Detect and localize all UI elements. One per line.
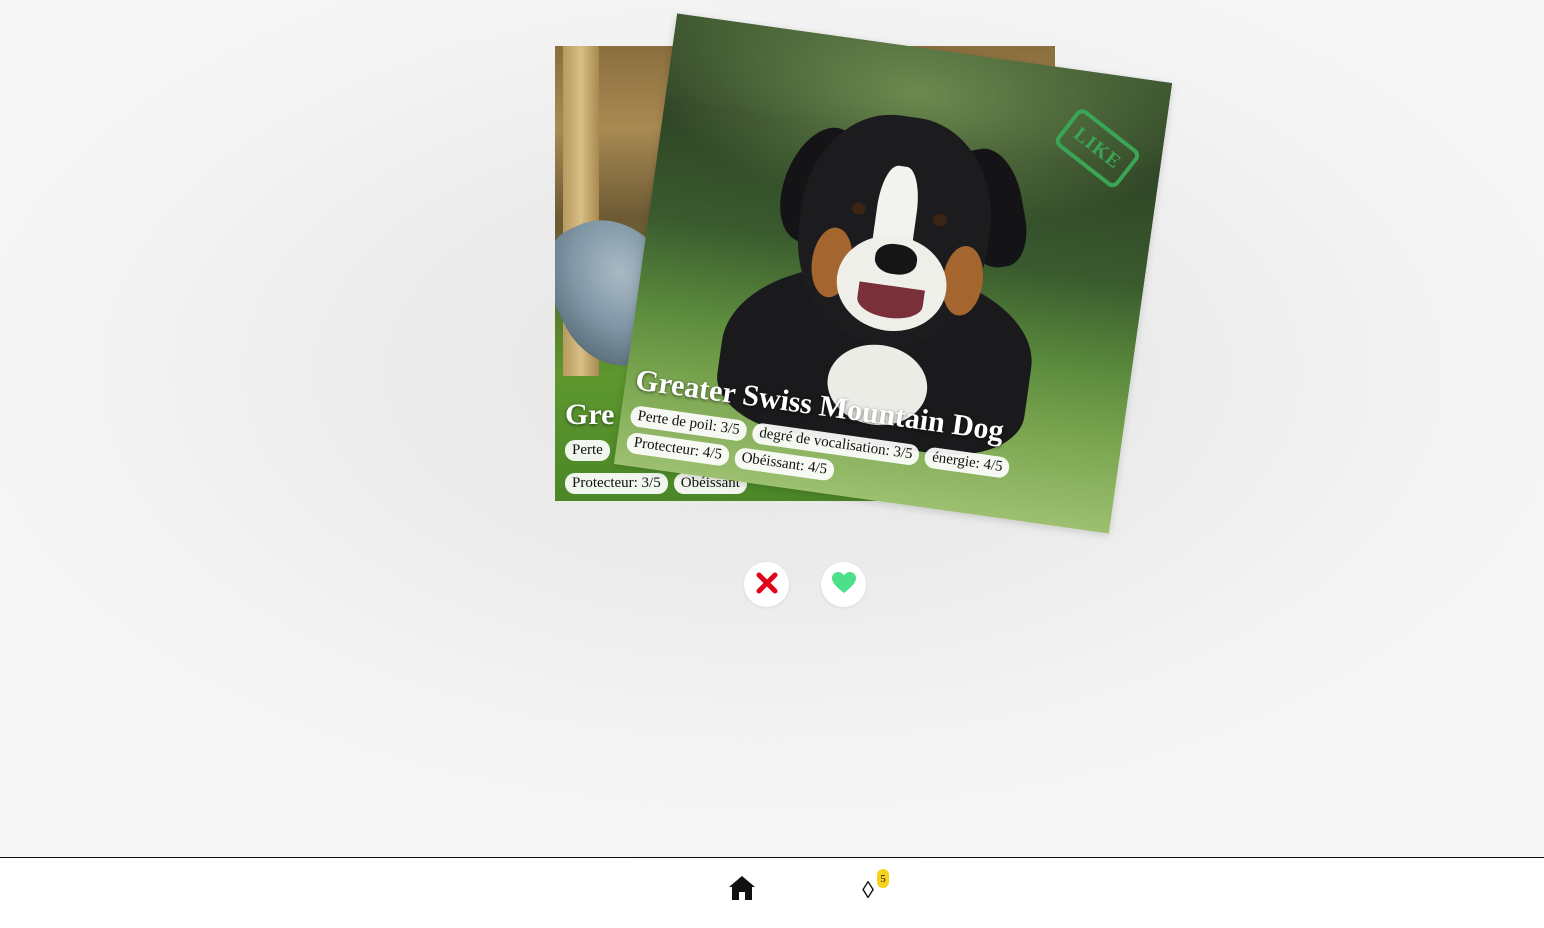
close-x-icon — [756, 572, 778, 597]
nav-home-button[interactable] — [728, 874, 756, 907]
heart-icon — [831, 571, 857, 598]
bottom-nav: ◊ 5 — [0, 857, 1544, 928]
dislike-button[interactable] — [744, 562, 789, 607]
nav-matches-button[interactable]: ◊ — [858, 877, 878, 905]
like-button[interactable] — [821, 562, 866, 607]
matches-count-badge: 5 — [877, 869, 889, 888]
dog-breed-title: Gre — [565, 398, 615, 431]
trait-tag: Protecteur: 3/5 — [565, 473, 668, 494]
diamond-icon: ◊ — [862, 878, 874, 904]
home-icon — [728, 874, 756, 907]
trait-tag: Perte — [565, 440, 610, 461]
dog-card-current[interactable]: LIKE Greater Swiss Mountain Dog Perte de… — [613, 13, 1173, 534]
swipe-stage: Gre Perte Protecteur: 3/5 Obéissant LIKE… — [0, 0, 1544, 857]
